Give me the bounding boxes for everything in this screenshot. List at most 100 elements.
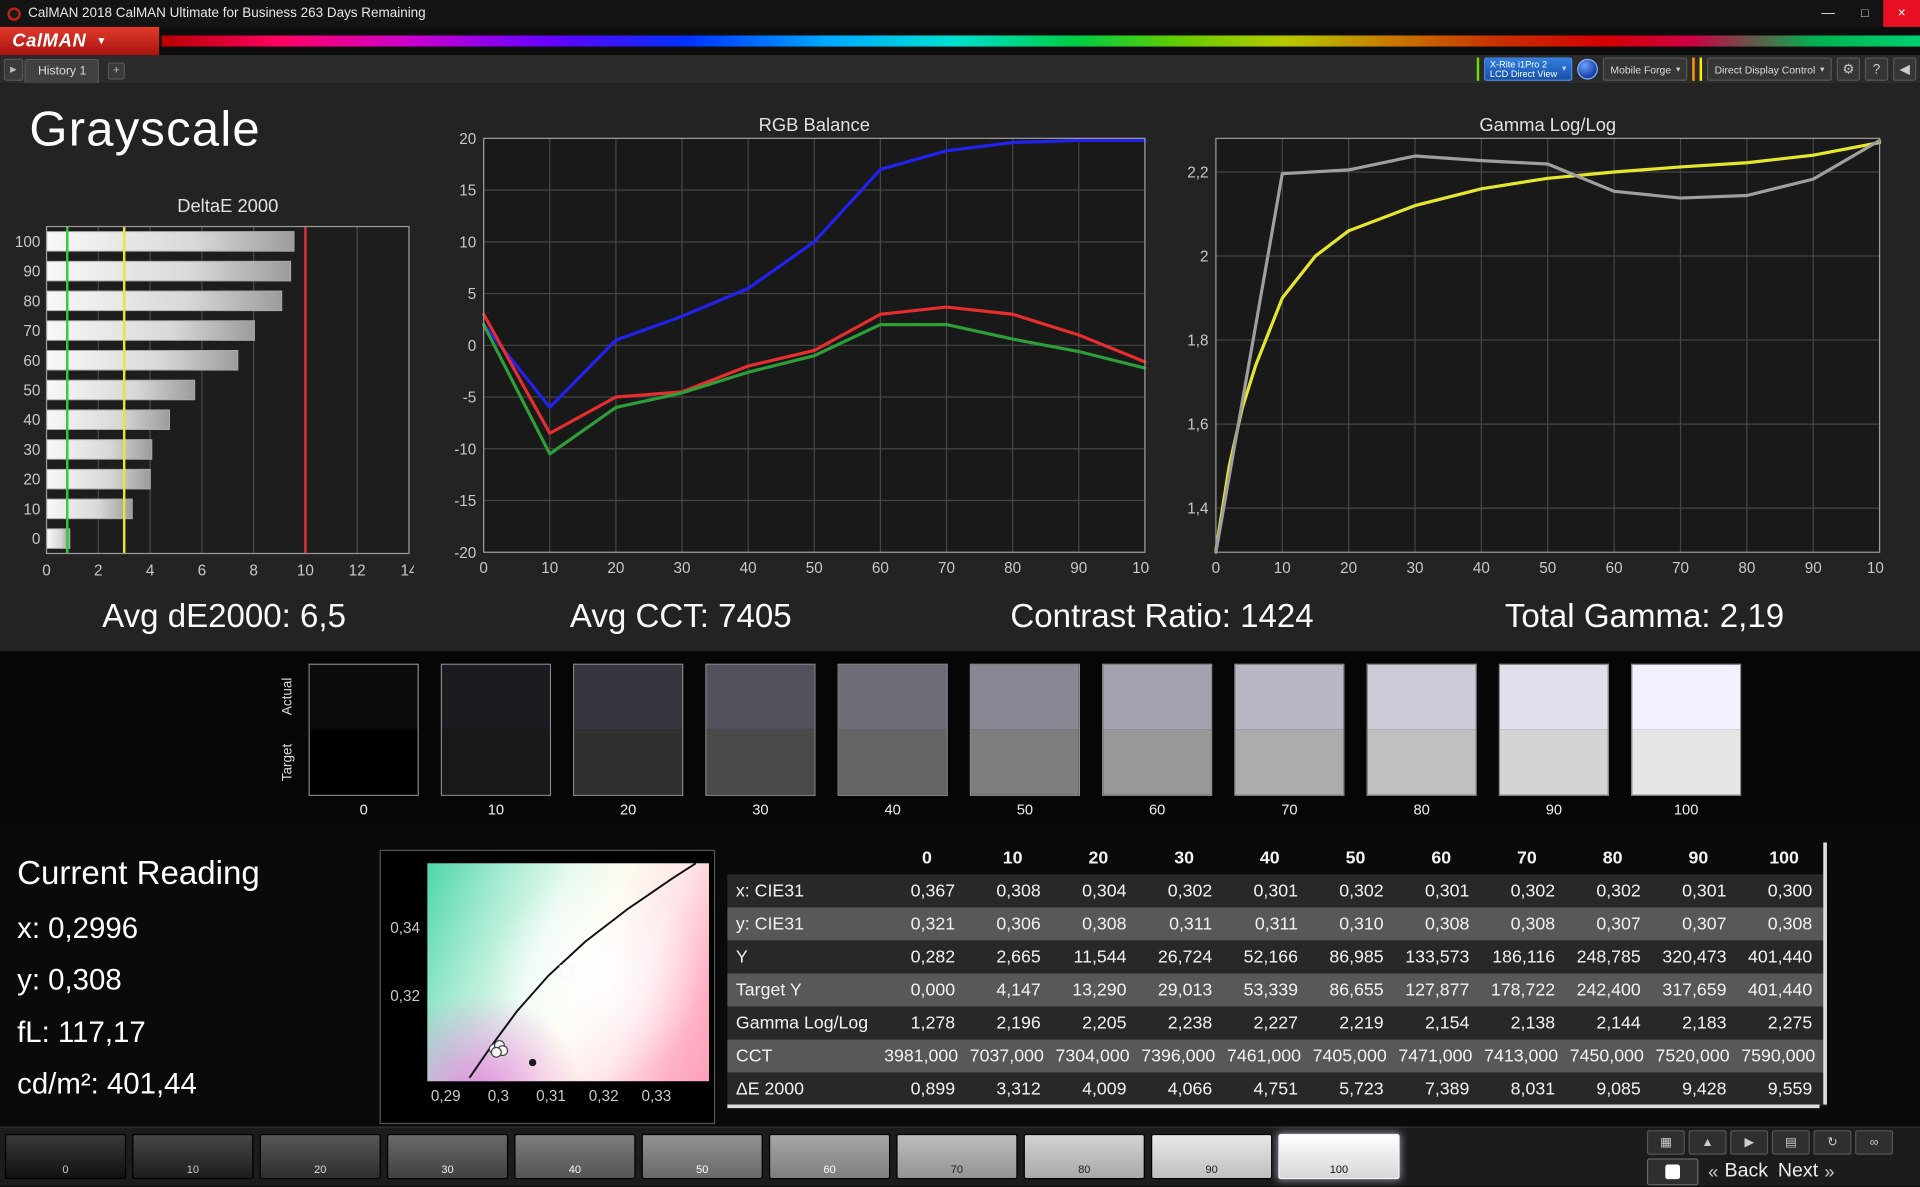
table-column-header: 0: [921, 848, 932, 869]
table-cell: 86,985: [1329, 947, 1384, 967]
collapse-panel-button[interactable]: ◀: [1893, 57, 1917, 81]
svg-text:100: 100: [15, 234, 41, 251]
print-button[interactable]: ▤: [1771, 1130, 1810, 1155]
table-row: ΔE 2000 0,899 3,312 4,009 4,066 4,751 5,723 7,3…: [727, 1072, 1827, 1106]
svg-text:-5: -5: [463, 390, 477, 407]
history-scroll-button[interactable]: ▶: [3, 58, 24, 81]
next-button[interactable]: Next »: [1778, 1161, 1835, 1183]
level-button-20[interactable]: 20: [259, 1133, 381, 1180]
table-cell: 0,308: [996, 881, 1041, 901]
source-button[interactable]: Mobile Forge ▾: [1603, 57, 1688, 81]
svg-text:10: 10: [1274, 560, 1291, 577]
level-button-30[interactable]: 30: [386, 1133, 509, 1180]
table-row: Target Y 0,000 4,147 13,290 29,013 53,339 86,6…: [727, 973, 1827, 1007]
gray-swatch-0: [308, 663, 419, 796]
svg-text:50: 50: [23, 383, 40, 400]
stop-pattern-button[interactable]: [1646, 1158, 1699, 1186]
level-button-90[interactable]: 90: [1151, 1133, 1273, 1180]
contrast-ratio-value: Contrast Ratio: 1424: [1010, 597, 1314, 635]
table-row-label: Gamma Log/Log: [735, 1013, 869, 1033]
nav-cluster: ▦ ▲ ▶ ▤ ↻ ∞ « Back Next »: [1646, 1130, 1916, 1186]
logo-dropdown-icon: ▾: [98, 34, 105, 47]
table-row: Gamma Log/Log 1,278 2,196 2,205 2,238 2,227 2,…: [727, 1006, 1827, 1040]
level-button-100[interactable]: 100: [1278, 1133, 1400, 1180]
minimize-button[interactable]: —: [1810, 0, 1847, 27]
swatch-actual: [1103, 664, 1212, 730]
table-cell: 86,655: [1329, 980, 1384, 1000]
table-cell: 0,308: [1510, 914, 1556, 934]
grayscale-swatch-strip: Actual Target 0 10 20 30 40 50 60 70 80 90 100: [0, 651, 1920, 825]
close-button[interactable]: ×: [1883, 0, 1920, 27]
svg-text:60: 60: [872, 560, 889, 577]
swatch-actual: [706, 664, 815, 730]
table-cell: 7450,000: [1569, 1046, 1644, 1066]
logo-text: CalMAN: [12, 30, 87, 52]
level-button-0[interactable]: 0: [4, 1133, 127, 1180]
level-button-label: 100: [1329, 1163, 1349, 1176]
table-cell: 2,138: [1510, 1013, 1556, 1033]
svg-text:0,31: 0,31: [536, 1088, 566, 1105]
level-button-80[interactable]: 80: [1023, 1133, 1145, 1180]
rgb-svg: 010203040506070809010020151050-5-10-15-2…: [454, 131, 1157, 577]
table-cell: 0,301: [1424, 881, 1470, 901]
level-button-50[interactable]: 50: [641, 1133, 763, 1180]
table-cell: 178,722: [1490, 980, 1556, 1000]
display-control-button[interactable]: Direct Display Control ▾: [1707, 57, 1832, 81]
table-cell: 9,428: [1682, 1079, 1727, 1099]
level-button-label: 70: [950, 1163, 964, 1176]
swatch-target: [1632, 729, 1741, 795]
table-cell: 0,302: [1339, 881, 1384, 901]
tab-history-1[interactable]: History 1: [24, 58, 100, 84]
level-button-60[interactable]: 60: [768, 1133, 891, 1180]
settings-button[interactable]: ⚙: [1836, 57, 1861, 81]
pattern-window-button[interactable]: ▦: [1646, 1130, 1685, 1155]
level-button-10[interactable]: 10: [132, 1133, 254, 1180]
table-column-header: 100: [1769, 848, 1799, 869]
level-button-70[interactable]: 70: [896, 1133, 1018, 1180]
swatch-target: [574, 729, 683, 795]
table-cell: 9,085: [1596, 1079, 1641, 1099]
table-horizontal-scrollbar[interactable]: [727, 1104, 1820, 1109]
gray-swatch-70: [1234, 663, 1345, 796]
back-label: Back: [1724, 1160, 1769, 1182]
back-button[interactable]: « Back: [1708, 1161, 1768, 1183]
swatch-actual: [1632, 664, 1741, 730]
close-icon: ×: [1897, 6, 1906, 21]
link-button[interactable]: ∞: [1855, 1130, 1894, 1155]
level-button-40[interactable]: 40: [514, 1133, 636, 1180]
refresh-button[interactable]: ↻: [1813, 1130, 1852, 1155]
level-button-label: 80: [1078, 1163, 1091, 1176]
bottom-section: Current Reading x: 0,2996 y: 0,308 fL: 1…: [0, 824, 1920, 1129]
total-gamma-value: Total Gamma: 2,19: [1504, 597, 1785, 635]
table-cell: 11,544: [1073, 947, 1127, 967]
table-cell: 248,785: [1576, 947, 1641, 967]
meter-button[interactable]: X-Rite i1Pro 2 LCD Direct View ▾: [1483, 57, 1573, 81]
table-cell: 0,310: [1339, 914, 1384, 934]
cie-overlay: 0,29 0,3 0,31 0,32 0,33 0,34 0,32: [381, 851, 714, 1129]
table-vertical-scrollbar[interactable]: [1823, 842, 1827, 1105]
table-cell: 242,400: [1576, 980, 1641, 1000]
table-cell: 0,311: [1169, 914, 1213, 934]
swatch-target: [1500, 729, 1608, 795]
swatch-label: 30: [752, 800, 769, 818]
calman-logo-menu[interactable]: CalMAN ▾: [0, 26, 160, 56]
svg-text:0: 0: [468, 338, 477, 355]
avg-de2000-value: Avg dE2000: 6,5: [102, 597, 347, 635]
table-cell: 2,183: [1682, 1013, 1727, 1033]
svg-text:0,32: 0,32: [589, 1088, 619, 1105]
help-button[interactable]: ?: [1864, 57, 1889, 81]
eject-button[interactable]: ▲: [1688, 1130, 1727, 1155]
probe-icon-button[interactable]: [1577, 58, 1599, 80]
play-icon: ▶: [1744, 1135, 1754, 1150]
add-history-button[interactable]: +: [107, 62, 125, 80]
svg-text:70: 70: [1672, 560, 1689, 577]
svg-text:30: 30: [1407, 560, 1424, 577]
back-chevron-icon: «: [1708, 1161, 1719, 1183]
link-icon: ∞: [1869, 1135, 1879, 1150]
table-cell: 29,013: [1157, 980, 1213, 1000]
svg-text:0,33: 0,33: [641, 1088, 671, 1105]
cie-measured-dot: [528, 1058, 537, 1067]
play-measure-button[interactable]: ▶: [1730, 1130, 1769, 1155]
maximize-button[interactable]: □: [1847, 0, 1884, 27]
table-column-header: 40: [1259, 848, 1280, 869]
